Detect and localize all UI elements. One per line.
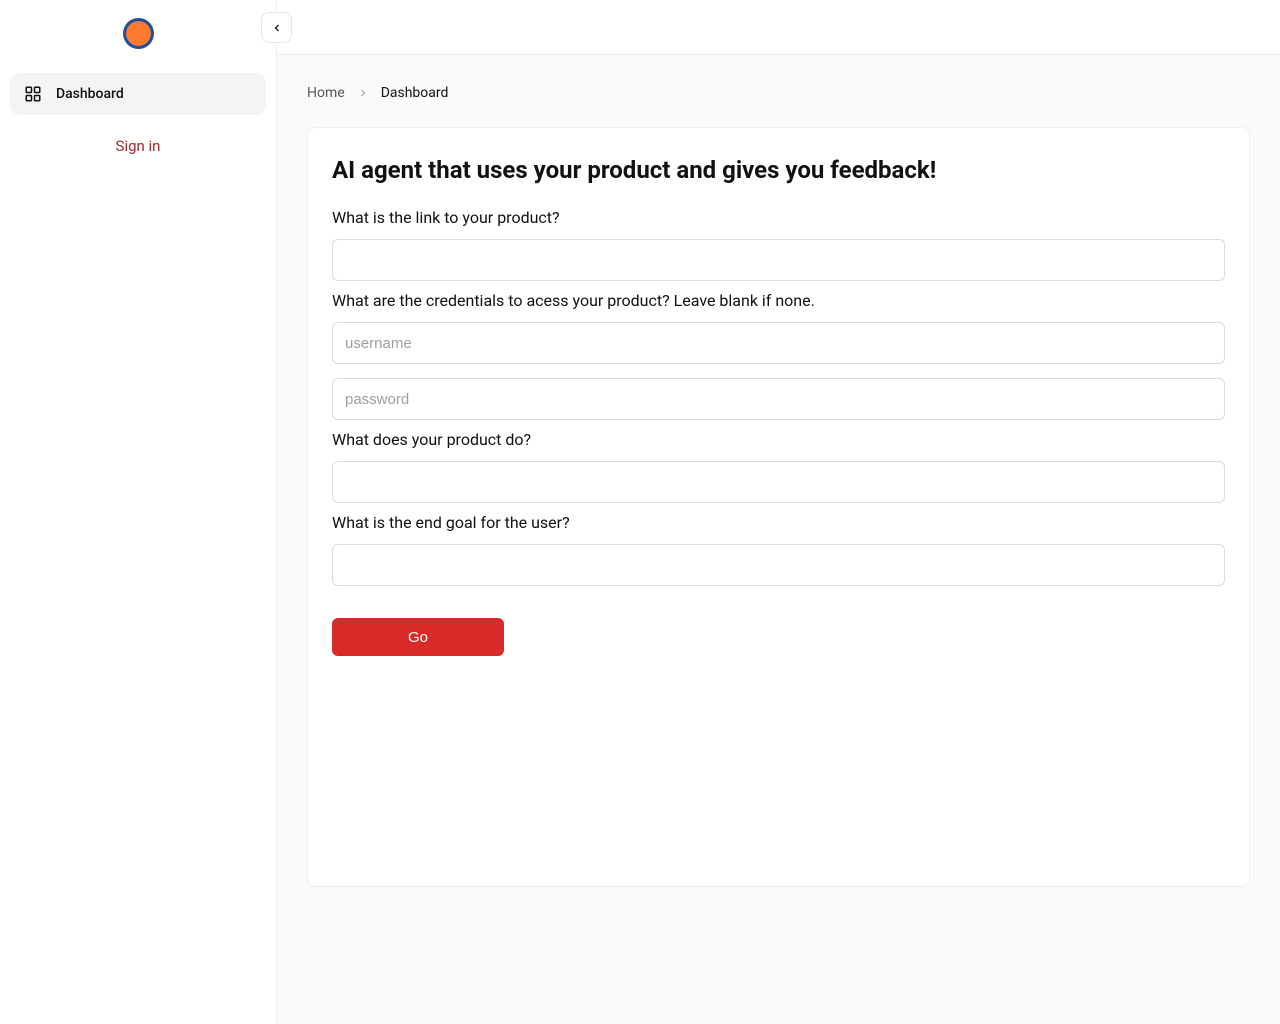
main: Home Dashboard AI agent that uses your p… <box>277 0 1280 1024</box>
label-credentials: What are the credentials to acess your p… <box>332 291 1225 310</box>
app-logo[interactable] <box>123 18 154 49</box>
logo-wrap <box>10 18 266 49</box>
sidebar-item-label: Dashboard <box>56 86 124 102</box>
username-input[interactable] <box>332 322 1225 364</box>
sidebar: Dashboard Sign in <box>0 0 277 1024</box>
card-title: AI agent that uses your product and give… <box>332 156 1225 184</box>
signin-link[interactable]: Sign in <box>10 125 266 167</box>
breadcrumb: Home Dashboard <box>307 85 1250 101</box>
label-product-link: What is the link to your product? <box>332 208 1225 227</box>
breadcrumb-home[interactable]: Home <box>307 85 345 101</box>
product-link-input[interactable] <box>332 239 1225 281</box>
end-goal-input[interactable] <box>332 544 1225 586</box>
collapse-sidebar-button[interactable] <box>261 12 292 43</box>
chevron-left-icon <box>271 22 283 34</box>
password-input[interactable] <box>332 378 1225 420</box>
label-end-goal: What is the end goal for the user? <box>332 513 1225 532</box>
chevron-right-icon <box>357 87 369 99</box>
label-product-does: What does your product do? <box>332 430 1225 449</box>
content: Home Dashboard AI agent that uses your p… <box>277 55 1280 1024</box>
form-card: AI agent that uses your product and give… <box>307 127 1250 887</box>
product-does-input[interactable] <box>332 461 1225 503</box>
breadcrumb-current: Dashboard <box>381 85 449 101</box>
go-button[interactable]: Go <box>332 618 504 656</box>
dashboard-icon <box>24 85 42 103</box>
sidebar-item-dashboard[interactable]: Dashboard <box>10 73 266 115</box>
topbar <box>277 0 1280 55</box>
